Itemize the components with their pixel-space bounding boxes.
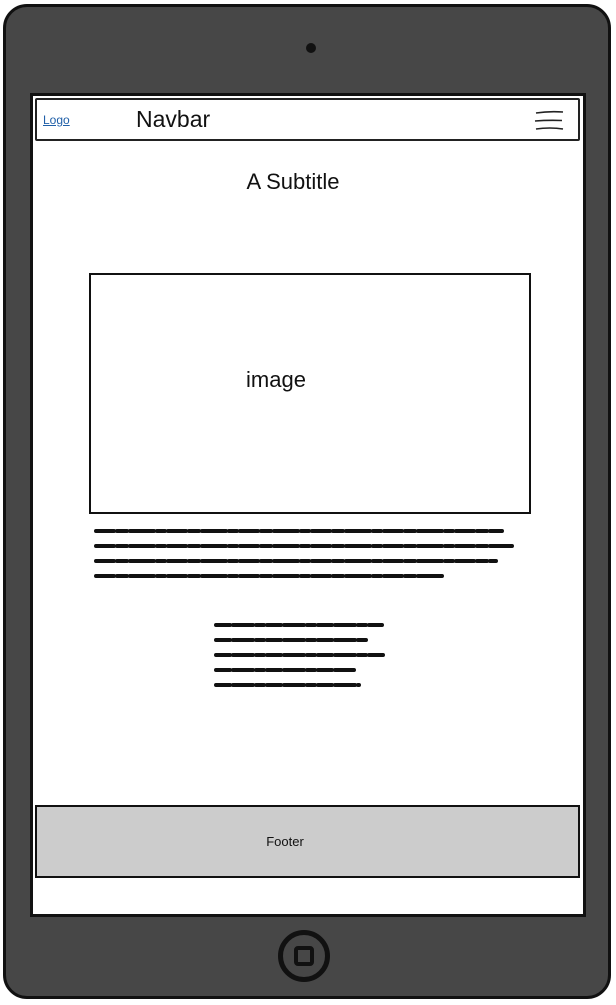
- image-label: image: [246, 367, 306, 392]
- navbar: Logo Navbar: [35, 98, 580, 141]
- page-subtitle: A Subtitle: [246, 169, 340, 194]
- screen: Logo Navbar A Subtitle image Footer: [30, 93, 586, 917]
- tablet-frame: Logo Navbar A Subtitle image Footer: [3, 4, 611, 999]
- hamburger-menu-icon[interactable]: [533, 108, 565, 134]
- centered-text-block-scribble: [214, 623, 386, 687]
- home-button-inner: [294, 946, 314, 966]
- camera-icon: [306, 43, 316, 53]
- footer-label: Footer: [266, 834, 304, 849]
- image-placeholder: image: [89, 273, 531, 514]
- navbar-title: Navbar: [136, 106, 211, 132]
- logo-link[interactable]: Logo: [43, 113, 70, 127]
- home-button-icon[interactable]: [278, 930, 330, 982]
- footer: Footer: [35, 805, 580, 878]
- text-block-scribble: [94, 529, 514, 578]
